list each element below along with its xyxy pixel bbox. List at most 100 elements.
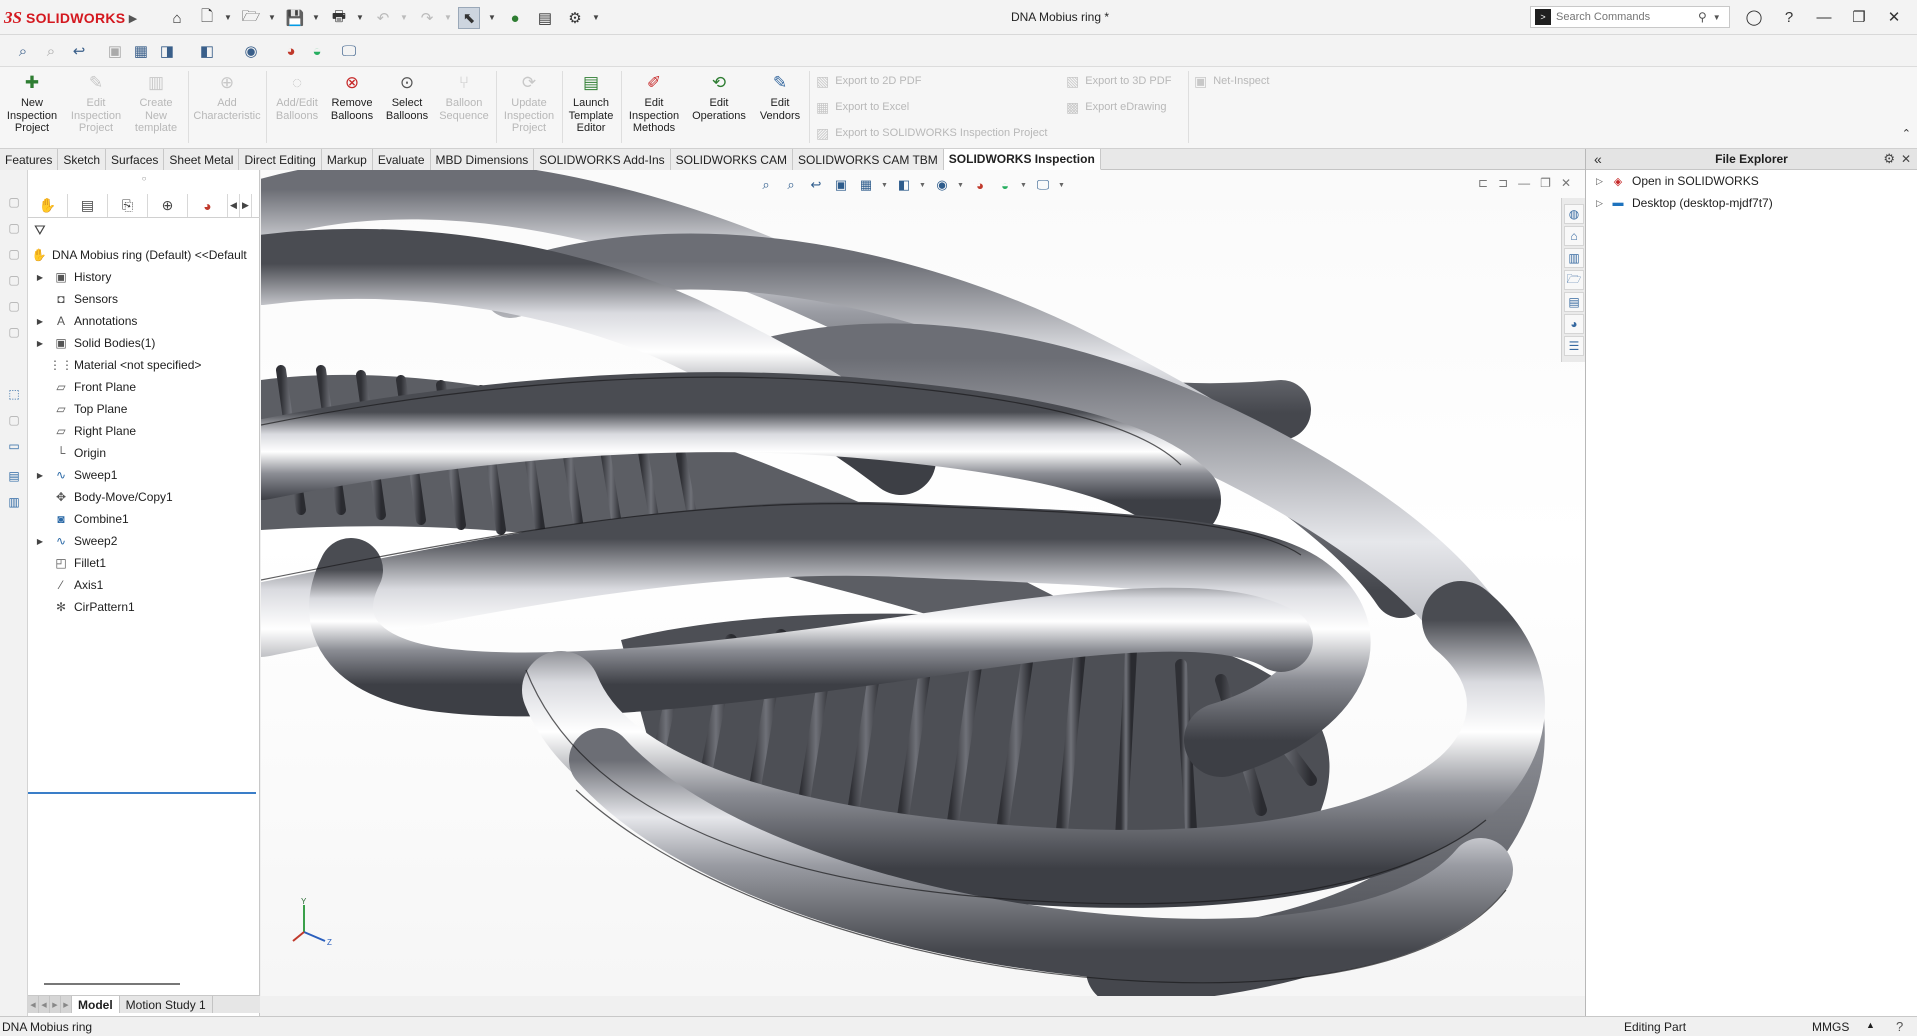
new-inspection-project-button[interactable]: ✚ New Inspection Project — [2, 71, 62, 135]
edit-inspection-methods-button[interactable]: ✐ Edit Inspection Methods — [623, 71, 685, 135]
file-explorer-item-open-in-solidworks[interactable]: ▷ ◈ Open in SOLIDWORKS — [1586, 170, 1917, 192]
strip-display-icon[interactable]: ▭ — [6, 438, 22, 454]
pin-right-icon[interactable]: ⊐ — [1498, 176, 1508, 190]
home-icon[interactable]: ⌂ — [166, 7, 188, 29]
unit-system-selector[interactable]: MMGS — [1812, 1020, 1849, 1034]
tab-solidworks-add-ins[interactable]: SOLIDWORKS Add-Ins — [534, 149, 671, 170]
export-edrawing-button[interactable]: ▩ Export eDrawing — [1066, 97, 1167, 117]
expand-arrow-icon[interactable]: ▷ — [1596, 176, 1610, 187]
section-view-icon[interactable]: ▣ — [104, 40, 126, 62]
tab-sketch[interactable]: Sketch — [58, 149, 107, 170]
zoom-to-fit-icon[interactable]: ⌕ — [12, 40, 34, 62]
strip-tool-icon[interactable]: ▢ — [6, 298, 22, 314]
open-dropdown-caret-icon[interactable]: ▼ — [268, 13, 276, 23]
graphics-area[interactable]: ⌕ ⌕ ↩ ▣ ▦ ▼ ◧ ▼ ◉ ▼ ◕ ◒ ▼ 🖵 ▼ ⊏ ⊐ — ❐ ✕ … — [261, 170, 1585, 996]
search-dropdown-caret-icon[interactable]: ▼ — [1713, 13, 1721, 22]
display-style-icon[interactable]: ◉ — [932, 175, 952, 195]
viewport-minimize-icon[interactable]: — — [1518, 176, 1530, 190]
home-icon[interactable]: ⌂ — [1564, 226, 1584, 246]
appearances-icon[interactable]: ◕ — [1564, 314, 1584, 334]
save-dropdown-caret-icon[interactable]: ▼ — [312, 13, 320, 23]
undo-dropdown-caret-icon[interactable]: ▼ — [400, 13, 408, 23]
tree-item-solid-bodies[interactable]: ▶ ▣ Solid Bodies(1) — [28, 332, 260, 354]
file-explorer-item-desktop[interactable]: ▷ ▬ Desktop (desktop-mjdf7t7) — [1586, 192, 1917, 214]
print-dropdown-caret-icon[interactable]: ▼ — [356, 13, 364, 23]
add-characteristic-button[interactable]: ⊕ Add Characteristic — [192, 71, 262, 122]
search-input[interactable] — [1556, 11, 1696, 23]
edit-inspection-project-button[interactable]: ✎ Edit Inspection Project — [66, 71, 126, 135]
expand-arrow-icon[interactable]: ▶ — [34, 273, 46, 282]
property-manager-tab[interactable]: ▤ — [68, 194, 108, 217]
panel-grip[interactable]: ○ — [28, 174, 260, 183]
horizontal-scrollbar[interactable] — [44, 983, 180, 985]
net-inspect-button[interactable]: ▣ Net-Inspect — [1194, 71, 1269, 91]
strip-layers-icon[interactable]: ▤ — [6, 468, 22, 484]
create-new-template-button[interactable]: ▥ Create New template — [128, 71, 184, 135]
tree-item-sweep1[interactable]: ▶ ∿ Sweep1 — [28, 464, 260, 486]
select-dropdown-caret-icon[interactable]: ▼ — [488, 13, 496, 23]
zoom-to-area-icon[interactable]: ⌕ — [40, 40, 62, 62]
hide-show-items-icon[interactable]: ◉ — [240, 40, 262, 62]
menu-expand-icon[interactable]: ▶ — [122, 7, 144, 29]
rollback-bar[interactable] — [28, 792, 256, 794]
tree-item-top-plane[interactable]: ▱ Top Plane — [28, 398, 260, 420]
tab-features[interactable]: Features — [0, 149, 59, 170]
apply-scene-icon[interactable]: ◒ — [306, 40, 328, 62]
user-account-icon[interactable]: ◯ — [1740, 4, 1768, 30]
display-manager-tab[interactable]: ◕ — [188, 194, 228, 217]
tab-model[interactable]: Model — [72, 996, 120, 1013]
viewport-close-icon[interactable]: ✕ — [1561, 176, 1571, 190]
display-dropdown-caret-icon[interactable]: ▼ — [957, 182, 965, 189]
tab-solidworks-inspection[interactable]: SOLIDWORKS Inspection — [943, 149, 1101, 170]
options-dropdown-caret-icon[interactable]: ▼ — [592, 13, 600, 23]
strip-tool-icon[interactable]: ▢ — [6, 246, 22, 262]
scene-dropdown-caret-icon[interactable]: ▼ — [1020, 182, 1028, 189]
view-orientation-icon[interactable]: ◨ — [156, 40, 178, 62]
minimize-icon[interactable]: — — [1810, 4, 1838, 30]
tab-scroll-right-icon[interactable]: ▶ — [240, 194, 252, 217]
last-tab-icon[interactable]: ▶ — [61, 996, 72, 1013]
new-dropdown-caret-icon[interactable]: ▼ — [224, 13, 232, 23]
tree-item-sensors[interactable]: ◘ Sensors — [28, 288, 260, 310]
update-inspection-project-button[interactable]: ⟳ Update Inspection Project — [498, 71, 560, 135]
tab-sheet-metal[interactable]: Sheet Metal — [164, 149, 240, 170]
design-library-icon[interactable]: ▥ — [1564, 248, 1584, 268]
tab-evaluate[interactable]: Evaluate — [372, 149, 431, 170]
prev-tab-icon[interactable]: ◀ — [39, 996, 50, 1013]
view-palette-icon[interactable]: ▤ — [1564, 292, 1584, 312]
tree-item-combine1[interactable]: ◙ Combine1 — [28, 508, 260, 530]
strip-tool-icon[interactable]: ▢ — [6, 324, 22, 340]
tab-surfaces[interactable]: Surfaces — [106, 149, 165, 170]
strip-tool-icon[interactable]: ▢ — [6, 272, 22, 288]
view-orientation-icon[interactable]: ◧ — [894, 175, 914, 195]
tree-item-material[interactable]: ⋮⋮ Material <not specified> — [28, 354, 260, 376]
tree-item-fillet1[interactable]: ◰ Fillet1 — [28, 552, 260, 574]
expand-arrow-icon[interactable]: ▶ — [34, 471, 46, 480]
orientation-dropdown-caret-icon[interactable]: ▼ — [919, 182, 927, 189]
select-cursor-icon[interactable]: ⬉ — [458, 7, 480, 29]
tree-item-body-move-copy1[interactable]: ✥ Body-Move/Copy1 — [28, 486, 260, 508]
export-3d-pdf-button[interactable]: ▧ Export to 3D PDF — [1066, 71, 1171, 91]
previous-view-icon[interactable]: ↩ — [68, 40, 90, 62]
export-2d-pdf-button[interactable]: ▧ Export to 2D PDF — [816, 71, 921, 91]
strip-tool-icon[interactable]: ▢ — [6, 412, 22, 428]
tree-item-origin[interactable]: └ Origin — [28, 442, 260, 464]
settings-dropdown-caret-icon[interactable]: ▼ — [1058, 182, 1066, 189]
view-settings-icon[interactable]: 🖵 — [1033, 175, 1053, 195]
custom-properties-icon[interactable]: ☰ — [1564, 336, 1584, 356]
units-caret-icon[interactable]: ▲ — [1866, 1020, 1875, 1030]
redo-dropdown-caret-icon[interactable]: ▼ — [444, 13, 452, 23]
save-icon[interactable]: 💾 — [284, 7, 306, 29]
tab-markup[interactable]: Markup — [321, 149, 373, 170]
tree-item-history[interactable]: ▶ ▣ History — [28, 266, 260, 288]
remove-balloons-button[interactable]: ⊗ Remove Balloons — [326, 71, 378, 122]
export-inspection-project-button[interactable]: ▨ Export to SOLIDWORKS Inspection Projec… — [816, 123, 1047, 143]
display-style-icon[interactable]: ◧ — [196, 40, 218, 62]
next-tab-icon[interactable]: ▶ — [50, 996, 61, 1013]
search-icon[interactable]: ⚲ — [1698, 10, 1707, 24]
strip-select-icon[interactable]: ⬚ — [6, 386, 22, 402]
previous-view-icon[interactable]: ↩ — [806, 175, 826, 195]
section-view-icon[interactable]: ▣ — [831, 175, 851, 195]
collapse-panel-icon[interactable]: « — [1594, 151, 1602, 167]
zoom-to-area-icon[interactable]: ⌕ — [781, 175, 801, 195]
